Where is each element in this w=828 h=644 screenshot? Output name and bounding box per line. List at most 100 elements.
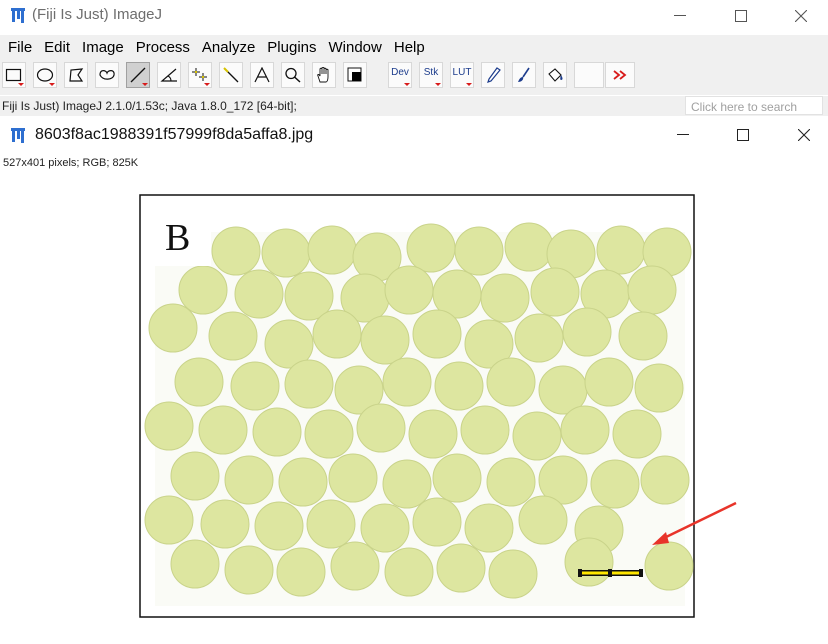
dev-menu[interactable]: Dev [388, 62, 412, 88]
cell [224, 455, 274, 505]
figure-label: B [165, 217, 190, 259]
minimize-icon [677, 134, 689, 135]
cell [144, 495, 194, 545]
menu-process[interactable]: Process [136, 39, 190, 56]
cell [518, 495, 568, 545]
image-canvas[interactable]: B [139, 194, 737, 618]
point-tool[interactable] [188, 62, 212, 88]
cell [306, 499, 356, 549]
text-tool[interactable] [250, 62, 274, 88]
cell [408, 409, 458, 459]
cell [564, 537, 614, 587]
wand-icon [223, 67, 239, 83]
menu-bar: File Edit Image Process Analyze Plugins … [0, 35, 828, 59]
cell [178, 265, 228, 315]
cell [328, 453, 378, 503]
cell [460, 405, 510, 455]
menu-edit[interactable]: Edit [44, 39, 70, 56]
app-title: (Fiji Is Just) ImageJ [32, 6, 163, 23]
image-minimize-button[interactable] [660, 121, 706, 149]
close-icon [798, 129, 810, 141]
color-picker-tool[interactable] [343, 62, 367, 88]
flood-fill-tool[interactable] [543, 62, 567, 88]
stk-menu[interactable]: Stk [419, 62, 443, 88]
title-bar: (Fiji Is Just) ImageJ [0, 0, 828, 34]
angle-tool[interactable] [157, 62, 181, 88]
cell [612, 409, 662, 459]
rectangle-icon [5, 68, 22, 82]
cell [382, 357, 432, 407]
cell [211, 226, 261, 276]
cell [174, 357, 224, 407]
cell [304, 409, 354, 459]
cell [170, 539, 220, 589]
magnifier-icon [285, 67, 301, 83]
freehand-tool[interactable] [95, 62, 119, 88]
cell [504, 222, 554, 272]
polygon-tool[interactable] [64, 62, 88, 88]
more-tools[interactable] [605, 62, 635, 88]
rectangle-tool[interactable] [2, 62, 26, 88]
cell [627, 265, 677, 315]
cell [224, 545, 274, 595]
cell [434, 361, 484, 411]
image-window-logo-icon [11, 128, 25, 143]
brush-tool[interactable] [512, 62, 536, 88]
cell [234, 269, 284, 319]
cell [634, 363, 684, 413]
close-icon [795, 10, 807, 22]
cell [436, 543, 486, 593]
lut-menu[interactable]: LUT [450, 62, 474, 88]
lut-menu-label: LUT [452, 66, 472, 78]
image-close-button[interactable] [781, 121, 827, 149]
scroll-tool[interactable] [312, 62, 336, 88]
cell [454, 226, 504, 276]
cell [307, 225, 357, 275]
minimize-button[interactable] [657, 2, 703, 30]
toolbar: Dev Stk LUT [0, 59, 828, 95]
cell [148, 303, 198, 353]
menu-window[interactable]: Window [329, 39, 382, 56]
status-text: Fiji Is Just) ImageJ 2.1.0/1.53c; Java 1… [2, 99, 297, 113]
cell [170, 451, 220, 501]
oval-tool[interactable] [33, 62, 57, 88]
maximize-icon [735, 10, 747, 22]
maximize-button[interactable] [718, 2, 764, 30]
cell [230, 361, 280, 411]
menu-plugins[interactable]: Plugins [267, 39, 316, 56]
line-tool[interactable] [126, 62, 150, 88]
cell [486, 357, 536, 407]
stk-menu-label: Stk [423, 66, 439, 78]
cell [284, 359, 334, 409]
menu-help[interactable]: Help [394, 39, 425, 56]
image-info: 527x401 pixels; RGB; 825K [3, 157, 139, 169]
cell [596, 225, 646, 275]
cell [480, 273, 530, 323]
cell [261, 228, 311, 278]
bucket-icon [548, 68, 563, 82]
cell [640, 455, 690, 505]
cell [584, 357, 634, 407]
menu-analyze[interactable]: Analyze [202, 39, 255, 56]
image-maximize-button[interactable] [720, 121, 766, 149]
cell [384, 547, 434, 597]
cell [384, 265, 434, 315]
cell [560, 405, 610, 455]
cell [278, 457, 328, 507]
dev-menu-label: Dev [391, 66, 409, 78]
cell [618, 311, 668, 361]
magnifier-tool[interactable] [281, 62, 305, 88]
text-icon [254, 67, 270, 83]
cell [464, 503, 514, 553]
cell [590, 459, 640, 509]
cell [562, 307, 612, 357]
search-input[interactable]: Click here to search [685, 96, 823, 115]
oval-icon [36, 68, 54, 82]
menu-image[interactable]: Image [82, 39, 124, 56]
cell [382, 459, 432, 509]
wand-tool[interactable] [219, 62, 243, 88]
cell [254, 501, 304, 551]
close-button[interactable] [778, 2, 824, 30]
pencil-tool[interactable] [481, 62, 505, 88]
menu-file[interactable]: File [8, 39, 32, 56]
